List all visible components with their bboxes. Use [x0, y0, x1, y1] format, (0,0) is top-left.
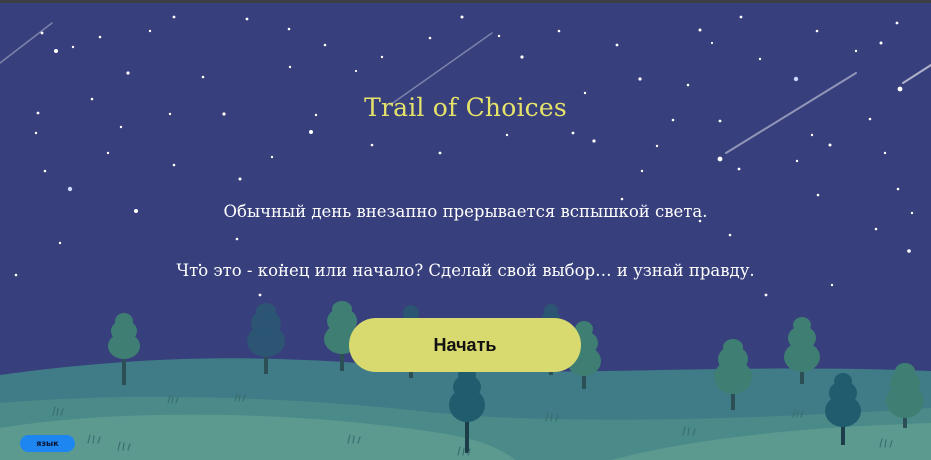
- star-icon: [758, 57, 762, 61]
- star-icon: [148, 29, 152, 33]
- star-icon: [54, 49, 58, 53]
- star-icon: [907, 249, 911, 253]
- star-icon: [655, 144, 659, 148]
- star-icon: [638, 77, 642, 81]
- star-icon: [879, 41, 883, 45]
- star-icon: [795, 159, 799, 163]
- star-icon: [258, 293, 262, 297]
- star-icon: [201, 75, 205, 79]
- star-icon: [354, 69, 358, 73]
- star-icon: [557, 29, 561, 33]
- star-icon: [737, 167, 741, 171]
- start-button[interactable]: Начать: [349, 318, 581, 372]
- game-screen: Trail of Choices Обычный день внезапно п…: [0, 0, 931, 460]
- intro-text-line-2: Что это - конец или начало? Сделай свой …: [176, 261, 755, 280]
- star-icon: [896, 187, 900, 191]
- star-icon: [288, 65, 292, 69]
- star-icon: [238, 177, 242, 181]
- star-icon: [428, 36, 432, 40]
- star-icon: [883, 151, 887, 155]
- star-icon: [620, 197, 624, 201]
- star-icon: [380, 55, 384, 59]
- star-icon: [592, 139, 596, 143]
- star-icon: [571, 131, 575, 135]
- star-icon: [793, 76, 799, 82]
- intro-text-line-1: Обычный день внезапно прерывается вспышк…: [223, 202, 708, 221]
- star-icon: [245, 17, 249, 21]
- star-icon: [106, 151, 110, 155]
- star-icon: [615, 43, 619, 47]
- language-button[interactable]: язык: [20, 435, 75, 452]
- star-icon: [370, 143, 374, 147]
- game-title: Trail of Choices: [364, 93, 567, 122]
- star-icon: [710, 41, 714, 45]
- star-icon: [287, 27, 291, 31]
- star-icon: [323, 43, 327, 47]
- star-icon: [98, 35, 102, 39]
- star-icon: [764, 293, 768, 297]
- star-icon: [58, 241, 62, 245]
- star-icon: [895, 21, 899, 25]
- star-icon: [270, 155, 274, 159]
- star-icon: [43, 169, 47, 173]
- star-icon: [497, 34, 501, 38]
- star-icon: [810, 133, 814, 137]
- star-icon: [34, 131, 38, 135]
- star-icon: [126, 71, 130, 75]
- star-icon: [728, 233, 732, 237]
- star-icon: [816, 193, 820, 197]
- star-icon: [520, 55, 524, 59]
- star-icon: [309, 130, 313, 134]
- star-icon: [67, 186, 73, 192]
- night-landscape-background: [0, 3, 931, 460]
- star-icon: [830, 283, 834, 287]
- star-icon: [698, 28, 702, 32]
- star-icon: [640, 169, 644, 173]
- star-icon: [119, 125, 123, 129]
- star-icon: [739, 15, 743, 19]
- star-icon: [438, 151, 442, 155]
- star-icon: [854, 49, 858, 53]
- star-icon: [460, 15, 464, 19]
- star-icon: [172, 163, 176, 167]
- star-icon: [71, 45, 75, 49]
- star-icon: [235, 237, 239, 241]
- star-icon: [505, 133, 509, 137]
- star-icon: [828, 143, 832, 147]
- star-icon: [686, 83, 690, 87]
- star-icon: [874, 227, 878, 231]
- star-icon: [172, 15, 176, 19]
- star-icon: [815, 29, 819, 33]
- star-icon: [717, 156, 723, 162]
- star-icon: [897, 86, 903, 92]
